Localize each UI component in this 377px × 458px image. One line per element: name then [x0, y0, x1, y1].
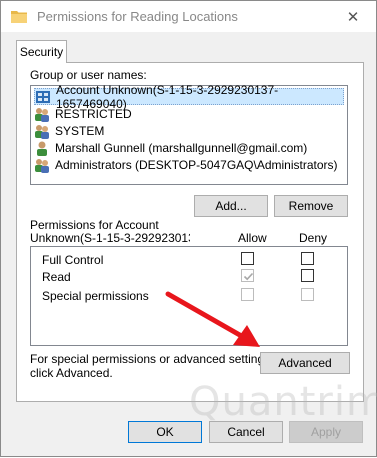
red-arrow-annotation	[165, 291, 260, 347]
permissions-dialog: Permissions for Reading Locations ✕ Secu…	[0, 0, 377, 457]
tab-security[interactable]: Security	[16, 40, 67, 63]
tab-security-label: Security	[19, 45, 64, 59]
